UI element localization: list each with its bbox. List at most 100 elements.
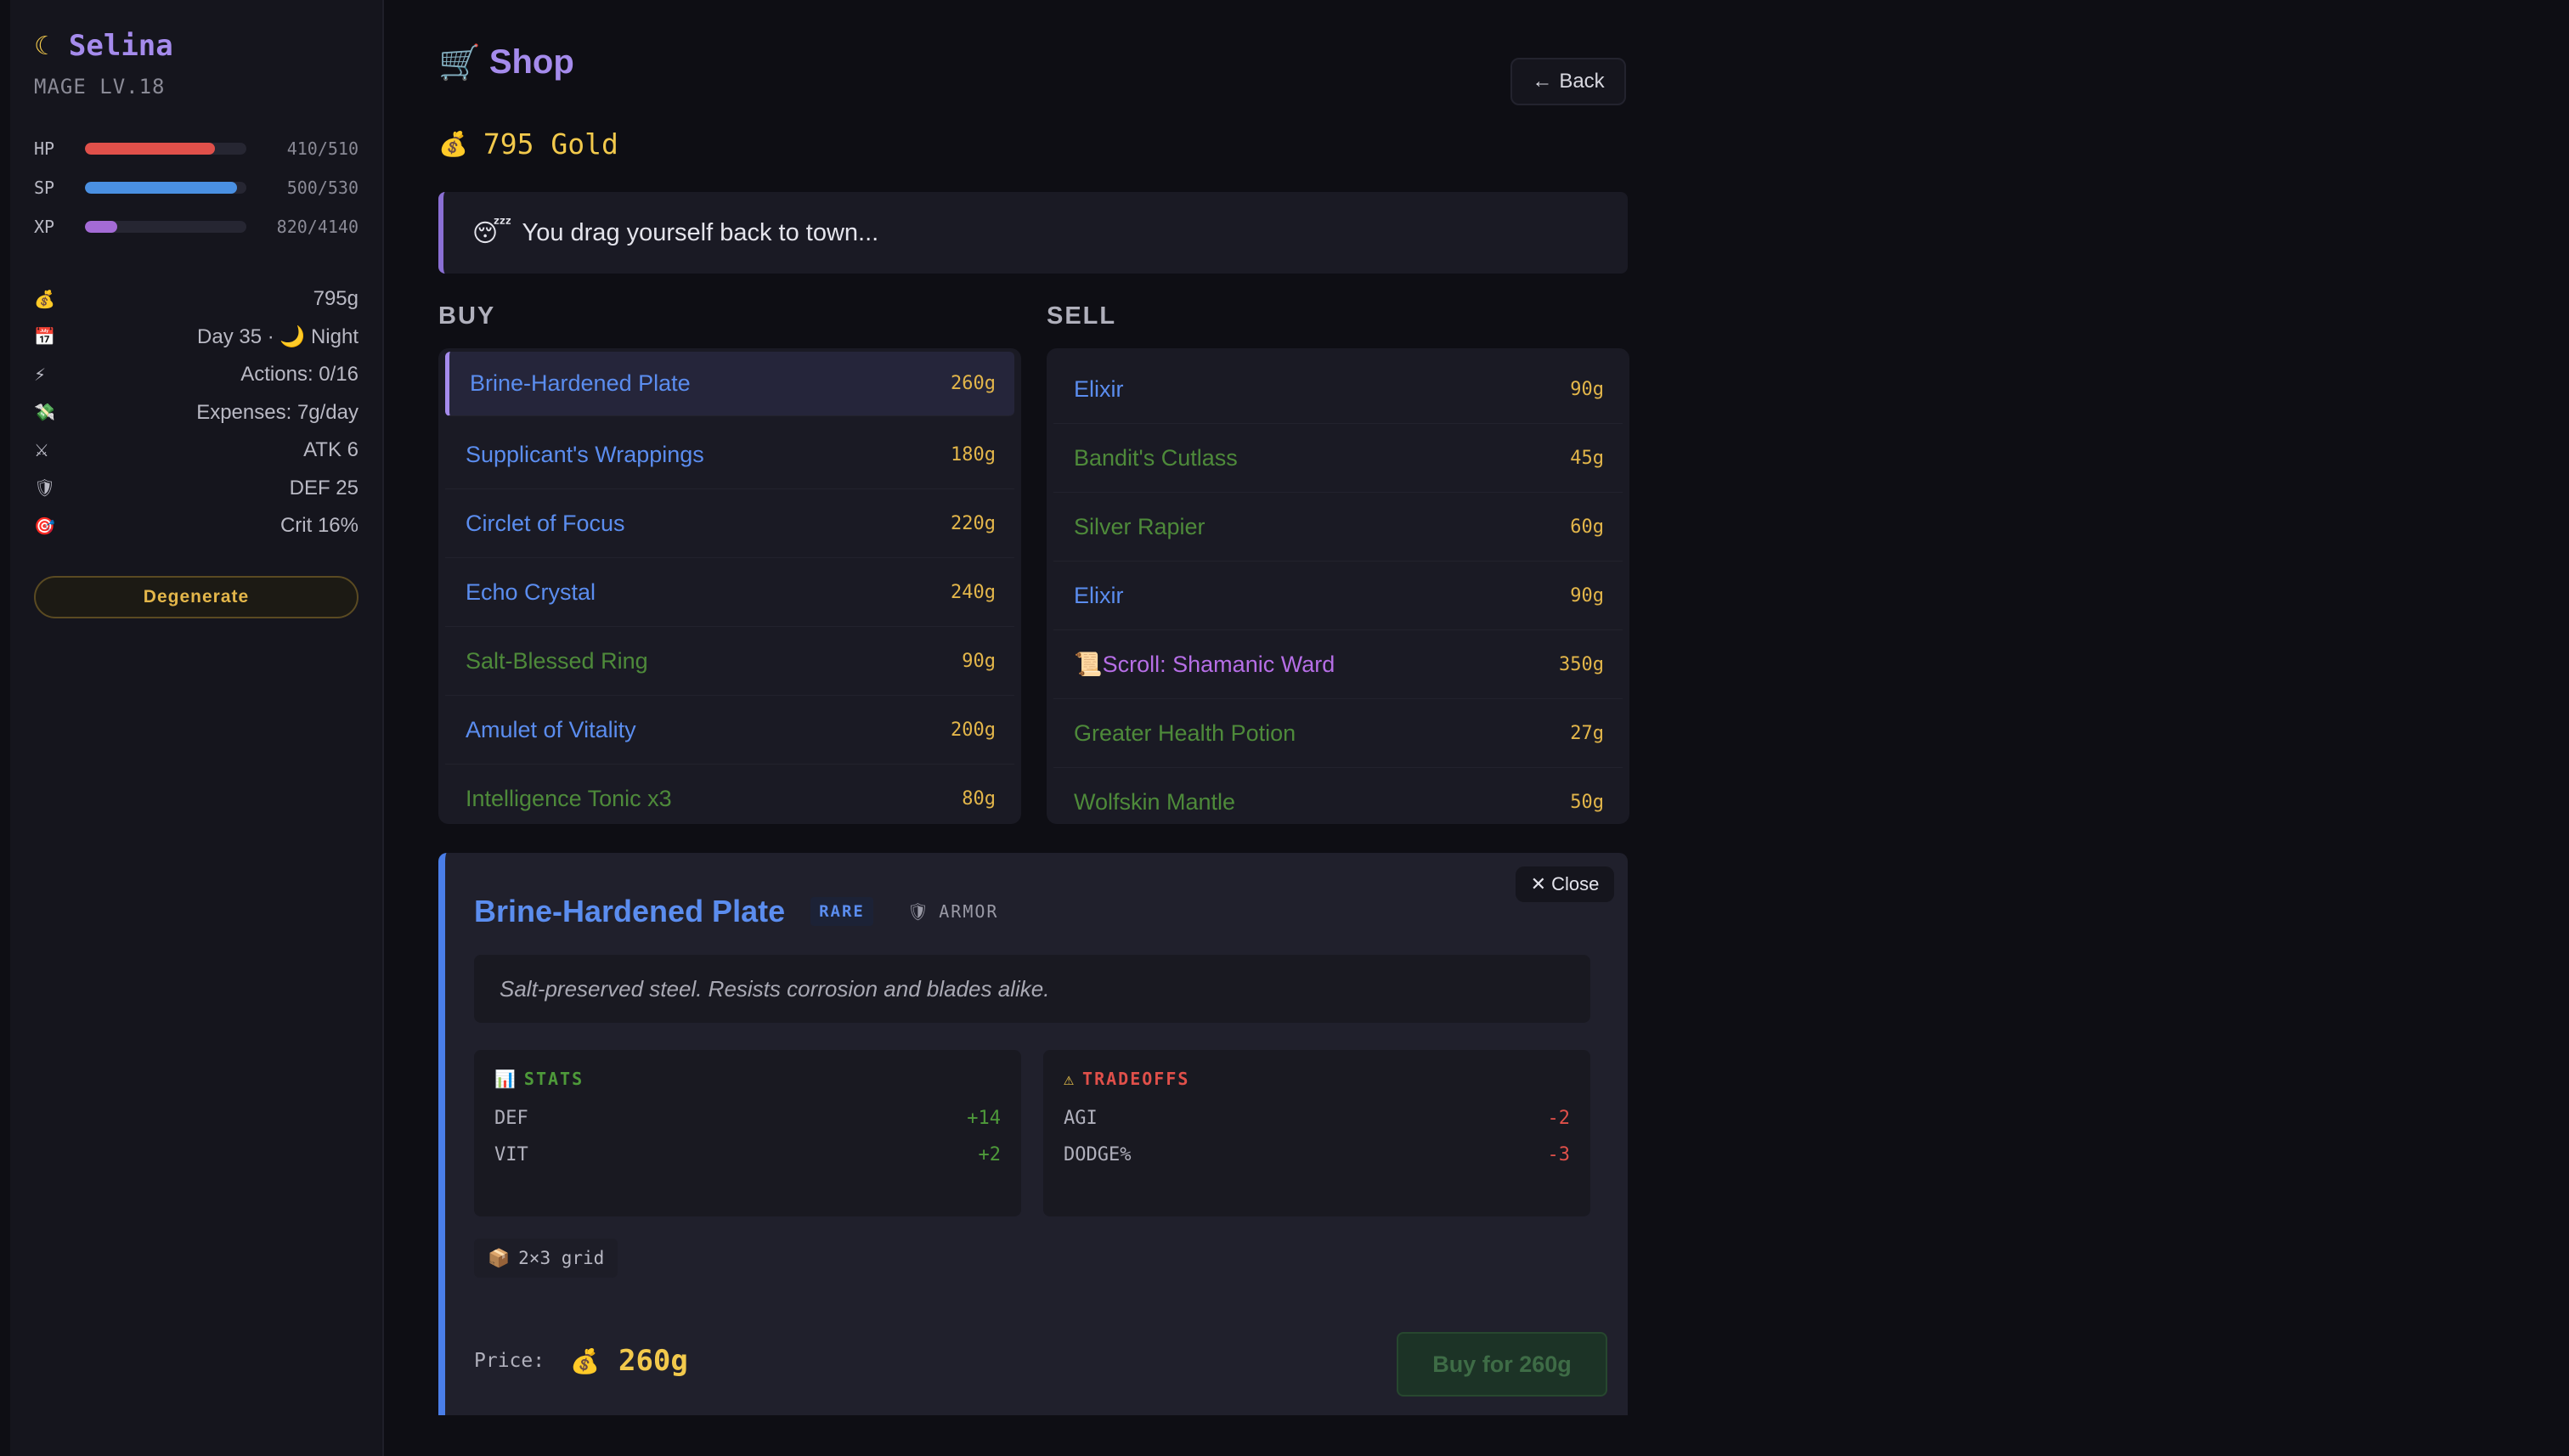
item-name: Amulet of Vitality [466, 716, 636, 742]
sell-list-item[interactable]: Elixir 90g [1053, 562, 1623, 630]
modifier-value: -3 [1547, 1144, 1571, 1165]
item-price: 90g [1570, 584, 1604, 607]
bar-label: HP [34, 138, 55, 159]
item-price: 260g [951, 373, 996, 394]
item-price: 240g [951, 581, 996, 603]
stat-row: 💸 Expenses: 7g/day [34, 394, 359, 432]
money-wings-icon: 💸 [34, 404, 55, 423]
item-header: Brine-Hardened Plate RARE 🛡 ARMOR [474, 894, 998, 929]
stat-row: 📅 Day 35 · 🌙 Night [34, 319, 359, 357]
bar-sp: SP 500/530 [34, 168, 359, 207]
buy-button[interactable]: Buy for 260g [1397, 1332, 1607, 1397]
lightning-icon: ⚡ [34, 365, 47, 385]
item-description: Salt-preserved steel. Resists corrosion … [474, 955, 1590, 1023]
bar-value: 820/4140 [276, 217, 359, 237]
item-price: 45g [1570, 447, 1604, 469]
degenerate-button[interactable]: Degenerate [34, 575, 359, 618]
message-banner: 😴 You drag yourself back to town... [438, 192, 1628, 274]
arrow-left-icon: ← [1532, 70, 1553, 93]
buy-list-item[interactable]: Circlet of Focus 220g [445, 489, 1014, 558]
stat-modifier-row: DEF +14 [494, 1108, 1001, 1129]
page-title: 🛒 Shop [438, 43, 574, 82]
calendar-icon: 📅 [34, 328, 55, 347]
sell-list-item[interactable]: 📜 Scroll: Shamanic Ward 350g [1053, 630, 1623, 699]
modifier-value: +14 [967, 1108, 1001, 1129]
item-name: Wolfskin Mantle [1074, 789, 1236, 815]
modifier-label: DODGE% [1064, 1144, 1132, 1165]
stat-row: 💰 795g [34, 280, 359, 319]
sell-list: Elixir 90g Bandit's Cutlass 45g Silver Rapie… [1047, 348, 1629, 824]
bar-label: SP [34, 178, 55, 198]
buy-list-item[interactable]: Intelligence Tonic x3 80g [445, 765, 1014, 824]
resource-bars: HP 410/510 SP 500/530 XP 820/4140 [34, 129, 359, 246]
bar-track [85, 221, 246, 233]
item-name: Silver Rapier [1074, 513, 1205, 539]
stat-value: Actions: 0/16 [240, 363, 359, 387]
stat-value: ATK 6 [303, 438, 359, 462]
item-name: Greater Health Potion [1074, 720, 1296, 746]
money-bag-icon: 💰 [34, 290, 55, 309]
stats-heading: 📊 STATS [494, 1069, 584, 1089]
bar-fill [85, 221, 117, 233]
buy-list-item[interactable]: Brine-Hardened Plate 260g [445, 352, 1014, 416]
item-price: 27g [1570, 722, 1604, 744]
close-icon: ✕ [1530, 873, 1547, 894]
bar-track [85, 143, 246, 155]
stat-row: ⚔ ATK 6 [34, 432, 359, 470]
bar-label: XP [34, 217, 55, 237]
character-class-level: MAGE LV.18 [34, 75, 166, 99]
sell-list-item[interactable]: Bandit's Cutlass 45g [1053, 424, 1623, 493]
item-price: 90g [1570, 378, 1604, 400]
stat-row: 🛡 DEF 25 [34, 470, 359, 508]
money-bag-icon: 💰 [570, 1346, 600, 1375]
modifier-label: AGI [1064, 1108, 1098, 1129]
gold-display: 💰 795 Gold [438, 127, 618, 161]
item-name: Echo Crystal [466, 578, 596, 605]
stat-row: ⚡ Actions: 0/16 [34, 356, 359, 394]
modifier-value: +2 [978, 1144, 1002, 1165]
money-bag-icon: 💰 [438, 130, 468, 158]
close-button[interactable]: ✕ Close [1516, 866, 1614, 902]
bar-xp: XP 820/4140 [34, 207, 359, 246]
bar-track [85, 182, 246, 194]
bar-hp: HP 410/510 [34, 129, 359, 168]
stat-value: DEF 25 [289, 476, 359, 499]
stat-row: 🎯 Crit 16% [34, 507, 359, 545]
item-price: 80g [962, 788, 996, 810]
modifier-label: DEF [494, 1108, 528, 1129]
price-line: Price: 💰 260g [474, 1344, 688, 1378]
item-detail-panel: ✕ Close Brine-Hardened Plate RARE 🛡 ARMO… [438, 853, 1628, 1415]
item-price: 60g [1570, 516, 1604, 538]
item-price: 50g [1570, 792, 1604, 813]
modifier-value: -2 [1547, 1108, 1571, 1129]
sell-list-item[interactable]: Wolfskin Mantle 50g [1053, 768, 1623, 824]
sell-list-item[interactable]: Silver Rapier 60g [1053, 493, 1623, 562]
sell-list-item[interactable]: Greater Health Potion 27g [1053, 699, 1623, 768]
package-icon: 📦 [488, 1247, 511, 1268]
bar-fill [85, 143, 215, 155]
back-button[interactable]: ← Back [1510, 58, 1626, 105]
buy-list-item[interactable]: Echo Crystal 240g [445, 558, 1014, 627]
scroll-icon: 📜 [1074, 652, 1103, 677]
buy-list: Brine-Hardened Plate 260g Supplicant's Wra… [438, 348, 1021, 824]
stat-modifier-row: AGI -2 [1064, 1108, 1570, 1129]
target-icon: 🎯 [34, 516, 55, 536]
shield-icon: 🛡 [34, 479, 56, 499]
buy-list-item[interactable]: Salt-Blessed Ring 90g [445, 627, 1014, 696]
stat-modifier-row: VIT +2 [494, 1144, 1001, 1165]
buy-list-item[interactable]: Amulet of Vitality 200g [445, 696, 1014, 765]
item-name: Brine-Hardened Plate [474, 894, 786, 928]
bar-chart-icon: 📊 [494, 1069, 517, 1089]
tradeoffs-heading: ⚠ TRADEOFFS [1064, 1069, 1190, 1089]
shield-icon: 🛡 [906, 901, 931, 922]
buy-list-item[interactable]: Supplicant's Wrappings 180g [445, 420, 1014, 489]
item-name: Elixir [1074, 375, 1124, 402]
item-price: 90g [962, 650, 996, 672]
price-value: 💰 260g [570, 1344, 688, 1378]
grid-size-tag: 📦 2×3 grid [474, 1239, 618, 1278]
sell-list-item[interactable]: Elixir 90g [1053, 355, 1623, 424]
stat-value: Crit 16% [279, 514, 359, 538]
tired-face-icon: 😴 [472, 219, 512, 247]
stat-value: Day 35 · 🌙 Night [197, 325, 359, 349]
sell-heading: SELL [1047, 302, 1117, 330]
